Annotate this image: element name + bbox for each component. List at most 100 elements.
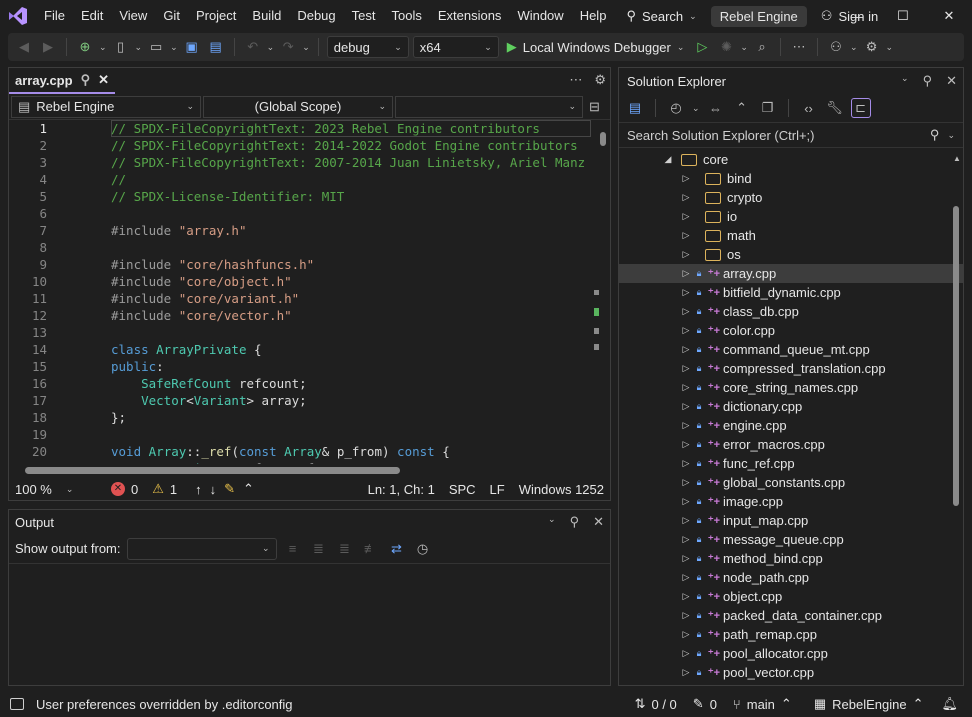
project-dropdown[interactable]: ▤ Rebel Engine ⌄: [11, 95, 201, 118]
tree-folder[interactable]: ▷ io: [619, 207, 963, 226]
tree-file[interactable]: ▷ 🔒︎ ⁺+ core_string_names.cpp: [619, 378, 963, 397]
whitespace-mode[interactable]: SPC: [449, 482, 476, 497]
collapsed-arrow-icon[interactable]: ▷: [679, 344, 693, 355]
tree-file[interactable]: ▷ 🔒︎ ⁺+ image.cpp: [619, 492, 963, 511]
close-icon[interactable]: ✕: [946, 73, 957, 89]
pending-changes-filter-icon[interactable]: ◴: [666, 98, 686, 118]
chevron-down-icon[interactable]: ⌄: [170, 42, 178, 53]
tree-file[interactable]: ▷ 🔒︎ ⁺+ dictionary.cpp: [619, 397, 963, 416]
collapsed-arrow-icon[interactable]: ▷: [679, 382, 693, 393]
next-message-icon[interactable]: ≣: [335, 539, 355, 559]
tree-file[interactable]: ▷ 🔒︎ ⁺+ color.cpp: [619, 321, 963, 340]
tree-file[interactable]: ▷ 🔒︎ ⁺+ pool_vector.cpp: [619, 663, 963, 682]
tree-file[interactable]: ▷ 🔒︎ ⁺+ packed_data_container.cpp: [619, 606, 963, 625]
git-changes-button[interactable]: ✎ 0: [693, 696, 717, 712]
settings-icon[interactable]: ⚙: [862, 37, 882, 57]
next-issue-icon[interactable]: ↓: [210, 482, 217, 497]
navigate-forward-icon[interactable]: ▶: [38, 37, 58, 57]
tree-file[interactable]: ▷ 🔒︎ ⁺+ command_queue_mt.cpp: [619, 340, 963, 359]
collapsed-arrow-icon[interactable]: ▷: [679, 211, 693, 222]
tab-overflow-icon[interactable]: ⋯: [569, 72, 582, 88]
menu-project[interactable]: Project: [188, 0, 244, 32]
sync-with-document-icon[interactable]: ⇔: [706, 98, 726, 118]
menu-build[interactable]: Build: [244, 0, 289, 32]
find-in-files-icon[interactable]: ⌕: [752, 37, 772, 57]
collapsed-arrow-icon[interactable]: ▷: [679, 572, 693, 583]
menu-test[interactable]: Test: [344, 0, 384, 32]
tree-file[interactable]: ▷ 🔒︎ ⁺+ func_ref.cpp: [619, 454, 963, 473]
tree-file[interactable]: ▷ 🔒︎ ⁺+ message_queue.cpp: [619, 530, 963, 549]
pin-icon[interactable]: ⚲: [570, 514, 580, 530]
collapsed-arrow-icon[interactable]: ▷: [679, 477, 693, 488]
switch-views-icon[interactable]: ▤: [625, 98, 645, 118]
tree-file[interactable]: ▷ 🔒︎ ⁺+ compressed_translation.cpp: [619, 359, 963, 378]
collapsed-arrow-icon[interactable]: ▷: [679, 420, 693, 431]
tree-file[interactable]: ▷ 🔒︎ ⁺+ object.cpp: [619, 587, 963, 606]
collapsed-arrow-icon[interactable]: ▷: [679, 629, 693, 640]
menu-file[interactable]: File: [36, 0, 73, 32]
previous-issue-icon[interactable]: ↑: [195, 482, 202, 497]
chevron-down-icon[interactable]: ⌄: [850, 42, 858, 53]
tree-folder[interactable]: ▷ math: [619, 226, 963, 245]
more-options-icon[interactable]: ⋯: [789, 37, 809, 57]
file-encoding[interactable]: Windows 1252: [519, 482, 604, 497]
chevron-up-icon[interactable]: ⌃: [243, 481, 254, 497]
save-all-icon[interactable]: ▤: [206, 37, 226, 57]
tree-file[interactable]: ▷ 🔒︎ ⁺+ class_db.cpp: [619, 302, 963, 321]
zoom-dropdown[interactable]: 100 % ⌄: [15, 482, 87, 497]
notification-icon[interactable]: [10, 698, 24, 710]
horizontal-scrollbar[interactable]: [25, 467, 400, 474]
previous-message-icon[interactable]: ≣: [309, 539, 329, 559]
undo-icon[interactable]: ↶: [243, 37, 263, 57]
tree-file[interactable]: ▷ 🔒︎ ⁺+ bitfield_dynamic.cpp: [619, 283, 963, 302]
tree-file[interactable]: ▷ 🔒︎ ⁺+ error_macros.cpp: [619, 435, 963, 454]
vertical-scrollbar[interactable]: [594, 120, 608, 464]
tree-file[interactable]: ▷ 🔒︎ ⁺+ input_map.cpp: [619, 511, 963, 530]
chevron-down-icon[interactable]: ⌄: [135, 42, 143, 53]
tree-folder-core[interactable]: ◢ core: [619, 150, 963, 169]
properties-icon[interactable]: 🔧︎: [825, 98, 845, 118]
close-tab-icon[interactable]: ✕: [98, 72, 109, 88]
chevron-down-icon[interactable]: ⌄: [740, 42, 748, 53]
error-count-button[interactable]: ✕ 0: [111, 482, 138, 497]
solution-name-badge[interactable]: Rebel Engine: [710, 5, 807, 27]
expanded-arrow-icon[interactable]: ◢: [661, 154, 675, 165]
platform-dropdown[interactable]: x64 ⌄: [412, 36, 499, 58]
code-view-icon[interactable]: ‹›: [799, 98, 819, 118]
navigate-back-icon[interactable]: ◀: [14, 37, 34, 57]
chevron-down-icon[interactable]: ⌄: [886, 42, 894, 53]
chevron-down-icon[interactable]: ⌄: [302, 42, 310, 53]
solution-tree[interactable]: ◢ core ▷ bind ▷ crypto ▷ io ▷ math ▷ os: [619, 150, 963, 686]
minimize-button[interactable]: —: [834, 0, 880, 32]
scrollbar-thumb[interactable]: [953, 206, 959, 506]
collapsed-arrow-icon[interactable]: ▷: [679, 591, 693, 602]
show-all-files-icon[interactable]: ❐: [758, 98, 778, 118]
collapsed-arrow-icon[interactable]: ▷: [679, 534, 693, 545]
notifications-bell-icon[interactable]: 🔔︎: [941, 696, 958, 712]
tree-file-selected[interactable]: ▷ 🔒︎ ⁺+ array.cpp: [619, 264, 963, 283]
collapsed-arrow-icon[interactable]: ▷: [679, 439, 693, 450]
find-message-icon[interactable]: ≡: [283, 539, 303, 559]
output-source-dropdown[interactable]: ⌄: [126, 537, 277, 560]
collapse-all-icon[interactable]: ⌃: [732, 98, 752, 118]
code-cleanup-icon[interactable]: ✎: [224, 481, 235, 497]
tree-file[interactable]: ▷ 🔒︎ ⁺+ path_remap.cpp: [619, 625, 963, 644]
global-search-button[interactable]: ⚲ Search ⌄: [618, 4, 704, 28]
open-file-icon[interactable]: ▭: [146, 37, 166, 57]
save-icon[interactable]: ▣: [182, 37, 202, 57]
menu-help[interactable]: Help: [572, 0, 615, 32]
new-file-icon[interactable]: ▯: [111, 37, 131, 57]
collapsed-arrow-icon[interactable]: ▷: [679, 610, 693, 621]
start-debugging-button[interactable]: ▶ Local Windows Debugger ⌄: [503, 39, 689, 55]
collapsed-arrow-icon[interactable]: ▷: [679, 553, 693, 564]
member-dropdown[interactable]: ⌄: [395, 95, 583, 118]
solution-search-input[interactable]: Search Solution Explorer (Ctrl+;) ⚲ ⌄: [619, 122, 963, 148]
collapsed-arrow-icon[interactable]: ▷: [679, 192, 693, 203]
close-icon[interactable]: ✕: [593, 514, 604, 530]
tree-file[interactable]: ▷ 🔒︎ ⁺+ node_path.cpp: [619, 568, 963, 587]
menu-edit[interactable]: Edit: [73, 0, 111, 32]
git-repo-button[interactable]: ▦ RebelEngine ⌃: [814, 696, 924, 712]
chevron-down-icon[interactable]: ⌄: [692, 103, 700, 114]
collapsed-arrow-icon[interactable]: ▷: [679, 249, 693, 260]
split-editor-icon[interactable]: ⊟: [589, 99, 600, 115]
